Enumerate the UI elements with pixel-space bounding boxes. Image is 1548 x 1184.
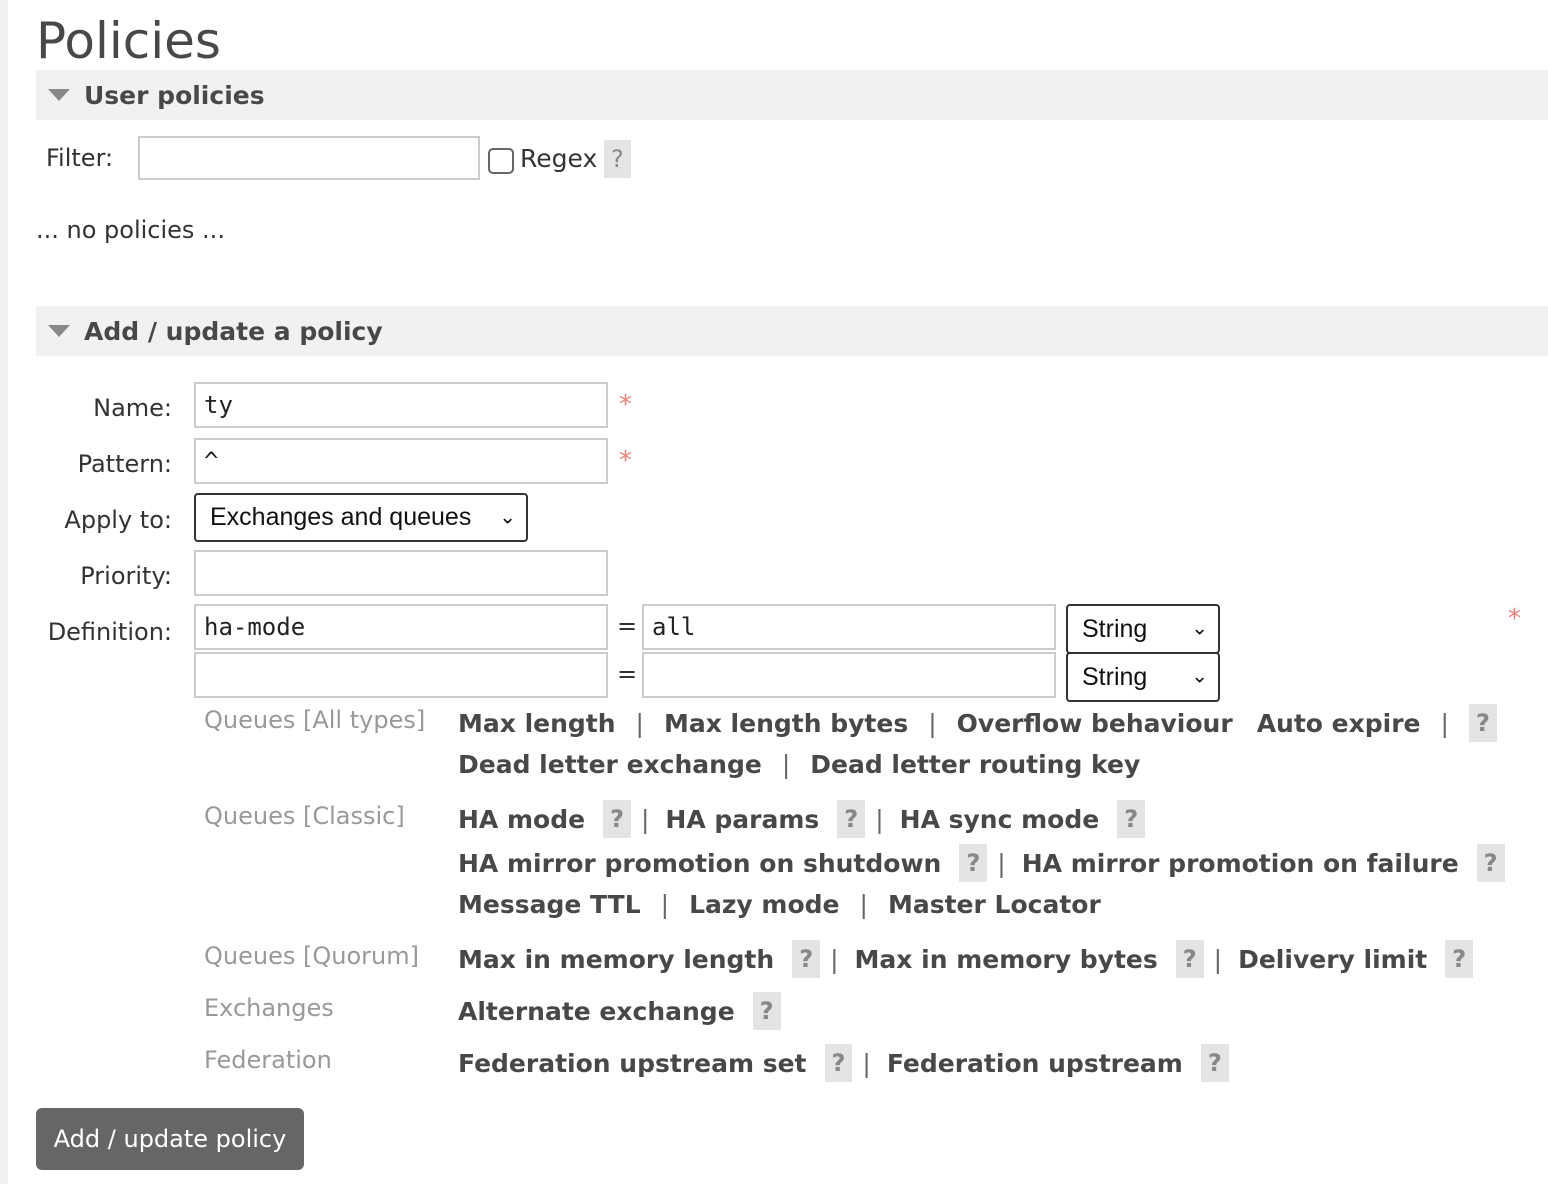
pattern-input[interactable] (194, 438, 608, 484)
option-link[interactable]: Delivery limit (1238, 945, 1427, 974)
option-link[interactable]: HA mirror promotion on shutdown (458, 849, 941, 878)
definition-type-select[interactable]: String ⌄ (1066, 652, 1220, 702)
option-link[interactable]: Max in memory length (458, 945, 774, 974)
definition-value-input[interactable] (642, 604, 1056, 650)
add-policy-header[interactable]: Add / update a policy (36, 306, 1548, 356)
definition-required-mark: * (1508, 604, 1521, 634)
separator: | (640, 804, 650, 834)
separator: | (859, 890, 868, 919)
option-link[interactable]: Max length (458, 709, 616, 738)
apply-to-value: Exchanges and queues (210, 503, 472, 531)
separator: | (635, 708, 644, 738)
help-icon[interactable]: ? (1476, 844, 1505, 882)
definition-value-input[interactable] (642, 652, 1056, 698)
help-icon[interactable]: ? (959, 844, 988, 882)
definition-type-value: String (1082, 662, 1148, 691)
group-label-all-types: Queues [All types] (204, 706, 426, 734)
help-icon[interactable]: ? (603, 800, 631, 838)
pattern-required-mark: * (619, 446, 632, 476)
apply-to-label: Apply to: (64, 506, 172, 534)
definition-key-input[interactable] (194, 652, 608, 698)
no-policies-text: ... no policies ... (36, 216, 225, 244)
option-link[interactable]: Master Locator (888, 890, 1101, 919)
option-link[interactable]: Max length bytes (664, 709, 908, 738)
name-required-mark: * (619, 390, 632, 420)
help-icon[interactable]: ? (1468, 704, 1497, 742)
chevron-down-icon: ⌄ (1191, 617, 1208, 640)
option-row: Federation upstream set ? | Federation u… (458, 1044, 1229, 1082)
definition-label: Definition: (47, 618, 172, 646)
separator: | (781, 750, 791, 779)
regex-checkbox[interactable] (488, 148, 514, 174)
group-label-federation: Federation (204, 1046, 332, 1074)
pattern-label: Pattern: (77, 450, 172, 478)
add-policy-title: Add / update a policy (84, 316, 383, 346)
option-link[interactable]: HA params (665, 805, 819, 834)
option-row: Max in memory length ? | Max in memory b… (458, 940, 1474, 978)
separator: | (660, 890, 670, 919)
definition-type-select[interactable]: String ⌄ (1066, 604, 1220, 654)
priority-label: Priority: (80, 562, 172, 590)
chevron-down-icon: ⌄ (1191, 665, 1208, 688)
separator: | (1213, 944, 1223, 974)
chevron-down-icon: ⌄ (499, 505, 516, 528)
help-icon[interactable]: ? (1175, 940, 1204, 978)
collapse-triangle-icon[interactable] (48, 325, 70, 337)
option-link[interactable]: Message TTL (458, 890, 641, 919)
user-policies-header[interactable]: User policies (36, 70, 1548, 120)
group-label-classic: Queues [Classic] (204, 802, 405, 830)
option-link[interactable]: Max in memory bytes (855, 945, 1158, 974)
group-label-quorum: Queues [Quorum] (204, 942, 419, 970)
collapse-triangle-icon[interactable] (48, 89, 70, 101)
option-link[interactable]: Alternate exchange (458, 997, 735, 1026)
separator: | (928, 708, 937, 738)
help-icon[interactable]: ? (752, 992, 781, 1030)
separator: | (997, 848, 1006, 878)
separator: | (875, 804, 884, 834)
name-input[interactable] (194, 382, 608, 428)
name-label: Name: (93, 394, 172, 422)
option-link[interactable]: HA mode (458, 805, 585, 834)
option-link[interactable]: Federation upstream (887, 1049, 1183, 1078)
option-link[interactable]: Federation upstream set (458, 1049, 807, 1078)
help-icon[interactable]: ? (1200, 1044, 1229, 1082)
option-link[interactable]: Overflow behaviour (957, 709, 1233, 738)
help-icon[interactable]: ? (604, 140, 631, 178)
option-link[interactable]: Auto expire (1257, 709, 1421, 738)
option-link[interactable]: Dead letter routing key (810, 750, 1140, 779)
regex-label: Regex (520, 144, 598, 173)
option-row: Alternate exchange ? (458, 992, 781, 1030)
help-icon[interactable]: ? (792, 940, 821, 978)
priority-input[interactable] (194, 550, 608, 596)
option-row: Message TTL | Lazy mode | Master Locator (458, 890, 1101, 919)
separator: | (830, 944, 839, 974)
help-icon[interactable]: ? (1445, 940, 1474, 978)
option-link[interactable]: HA sync mode (900, 805, 1100, 834)
help-icon[interactable]: ? (824, 1044, 853, 1082)
add-update-policy-button[interactable]: Add / update policy (36, 1108, 304, 1170)
left-gutter (0, 0, 8, 1184)
user-policies-title: User policies (84, 80, 265, 110)
help-icon[interactable]: ? (1117, 800, 1146, 838)
equals-sign: = (617, 612, 638, 640)
option-row: Dead letter exchange | Dead letter routi… (458, 750, 1140, 779)
page-title: Policies (36, 12, 221, 70)
separator: | (1440, 708, 1449, 738)
group-label-exchanges: Exchanges (204, 994, 334, 1022)
apply-to-select[interactable]: Exchanges and queues ⌄ (194, 493, 528, 542)
option-row: HA mode ? | HA params ? | HA sync mode ? (458, 800, 1146, 838)
separator: | (862, 1048, 871, 1078)
option-link[interactable]: HA mirror promotion on failure (1022, 849, 1459, 878)
help-icon[interactable]: ? (837, 800, 866, 838)
definition-key-input[interactable] (194, 604, 608, 650)
filter-input[interactable] (138, 136, 480, 180)
definition-type-value: String (1082, 614, 1148, 643)
regex-help-button[interactable]: ? (604, 140, 631, 178)
equals-sign: = (617, 660, 638, 688)
option-row: Max length | Max length bytes | Overflow… (458, 704, 1497, 742)
option-link[interactable]: Dead letter exchange (458, 750, 762, 779)
option-row: HA mirror promotion on shutdown ? | HA m… (458, 844, 1505, 882)
option-link[interactable]: Lazy mode (689, 890, 839, 919)
filter-label: Filter: (46, 144, 114, 172)
